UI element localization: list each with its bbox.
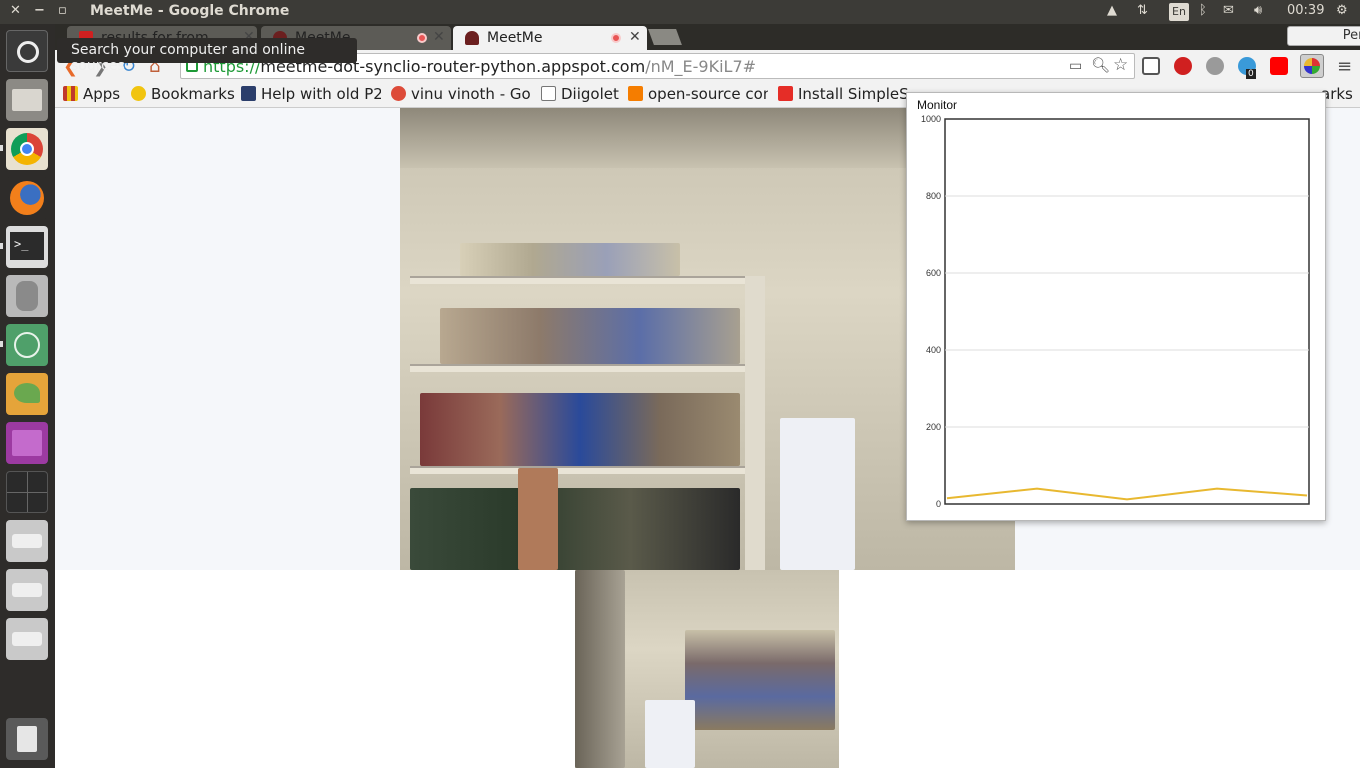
launcher-running-indicator: [0, 341, 3, 347]
clock[interactable]: 00:39: [1287, 3, 1324, 18]
local-video[interactable]: [575, 570, 839, 768]
opera-extension-icon[interactable]: [1174, 57, 1192, 75]
monitor-popup: Monitor 0 200 400 600 800 1000: [906, 92, 1326, 521]
close-window-icon[interactable]: ✕: [10, 3, 21, 18]
blogger-icon: [628, 86, 643, 101]
monitor-extension-icon[interactable]: [1300, 54, 1324, 78]
close-tab-icon[interactable]: ✕: [433, 29, 445, 45]
recording-icon: [611, 33, 621, 43]
bookmark-label: Bookmarks: [151, 85, 235, 103]
shelf: [410, 364, 750, 372]
settings-gear-icon[interactable]: ⚙: [1336, 3, 1348, 18]
extension-badge: 0: [1246, 69, 1256, 79]
bluetooth-icon[interactable]: ᛒ: [1199, 3, 1207, 18]
zoom-icon[interactable]: 🔍︎: [1091, 56, 1110, 74]
bookmark-label: Diigolet: [561, 85, 619, 103]
new-tab-button[interactable]: [648, 29, 682, 45]
dash-search-icon[interactable]: [6, 30, 48, 72]
shelf-items: [410, 488, 740, 570]
apps-grid-icon: [63, 86, 78, 101]
volume-icon[interactable]: 🔊︎: [1254, 3, 1262, 18]
drive-icon[interactable]: [6, 618, 48, 660]
hanging-cloth: [780, 418, 855, 570]
pycharm-icon[interactable]: [6, 373, 48, 415]
files-icon[interactable]: [6, 79, 48, 121]
chrome-menu-icon[interactable]: ≡: [1337, 56, 1352, 77]
bookmark-star-icon[interactable]: ☆: [1113, 55, 1128, 75]
y-tick-label: 400: [926, 345, 941, 355]
bookmark-open-source[interactable]: open-source cons: [628, 85, 768, 103]
shelf: [410, 276, 765, 284]
chair-back: [518, 468, 558, 570]
y-tick-label: 0: [936, 499, 941, 509]
trash-icon[interactable]: [6, 718, 48, 760]
monitor-chart: 0 200 400 600 800 1000: [921, 114, 1310, 509]
bookmark-label: open-source cons: [648, 85, 768, 103]
bookmark-apps[interactable]: Apps: [63, 85, 120, 103]
database-icon[interactable]: [6, 275, 48, 317]
tab-meetme-active[interactable]: MeetMe ✕: [453, 26, 647, 50]
tab-label: MeetMe: [487, 30, 543, 46]
extension-s-icon[interactable]: [1142, 57, 1160, 75]
bookmark-vinu-vinoth[interactable]: vinu vinoth - Goo: [391, 85, 531, 103]
shelf-items: [440, 308, 740, 364]
keyboard-layout-indicator[interactable]: En: [1169, 3, 1189, 21]
terminal-icon[interactable]: >_: [6, 226, 48, 268]
page-icon: [541, 86, 556, 101]
workspaces-icon[interactable]: [6, 471, 48, 513]
bookmark-help-old-p2[interactable]: Help with old P2 r: [241, 85, 381, 103]
window-title: MeetMe - Google Chrome: [90, 3, 290, 19]
google-plus-icon: [391, 86, 406, 101]
launcher-tooltip: Search your computer and online sources: [57, 38, 357, 74]
drive-icon[interactable]: [6, 569, 48, 611]
recording-icon: [417, 33, 427, 43]
site-icon: [241, 86, 256, 101]
bookmark-diigolet[interactable]: Diigolet: [541, 85, 619, 103]
red-extension-icon[interactable]: [1270, 57, 1288, 75]
shelf-side: [745, 276, 765, 570]
y-tick-label: 200: [926, 422, 941, 432]
audio-extension-icon[interactable]: [1206, 57, 1224, 75]
top-shelf-items: [460, 243, 680, 276]
bookmark-install-simplesc[interactable]: Install SimpleSc: [778, 85, 908, 103]
bookmark-label: vinu vinoth - Goo: [411, 85, 531, 103]
shelf-items: [685, 630, 835, 730]
system-top-bar: ✕ − ▫ MeetMe - Google Chrome ▲ ⇅ En ᛒ ✉ …: [0, 0, 1360, 24]
plot-frame: [944, 118, 1310, 505]
maximize-window-icon[interactable]: ▫: [58, 3, 67, 18]
network-icon[interactable]: ⇅: [1137, 3, 1148, 18]
launcher-running-indicator: [0, 145, 3, 151]
shelf: [410, 466, 750, 474]
bookmark-bookmarks[interactable]: Bookmarks: [131, 85, 235, 103]
bookmark-label: Install SimpleSc: [798, 85, 908, 103]
tab-favicon-icon: [465, 31, 479, 45]
bookmark-label: Help with old P2 r: [261, 85, 381, 103]
youtube-icon: [778, 86, 793, 101]
launcher: >_: [0, 24, 55, 768]
y-tick-label: 600: [926, 268, 941, 278]
atom-icon[interactable]: [6, 324, 48, 366]
hanging-cloth: [645, 700, 695, 768]
url-path: /nM_E-9KiL7#: [645, 57, 757, 76]
workspace-switcher-icon[interactable]: [6, 422, 48, 464]
star-icon: [131, 86, 146, 101]
y-tick-label: 1000: [921, 114, 941, 124]
y-tick-label: 800: [926, 191, 941, 201]
close-tab-icon[interactable]: ✕: [629, 29, 641, 45]
firefox-icon[interactable]: [6, 177, 48, 219]
shelf-items: [420, 393, 740, 466]
door-edge: [575, 570, 625, 768]
bookmark-label: Apps: [83, 85, 121, 103]
launcher-running-indicator: [0, 243, 3, 249]
minimize-window-icon[interactable]: −: [34, 3, 45, 18]
mail-icon[interactable]: ✉: [1223, 3, 1234, 18]
drive-icon[interactable]: [6, 520, 48, 562]
profile-button[interactable]: Personal: [1287, 26, 1360, 46]
drive-icon[interactable]: ▲: [1107, 3, 1117, 18]
camera-icon[interactable]: ▭: [1069, 58, 1082, 74]
chrome-icon[interactable]: [6, 128, 48, 170]
